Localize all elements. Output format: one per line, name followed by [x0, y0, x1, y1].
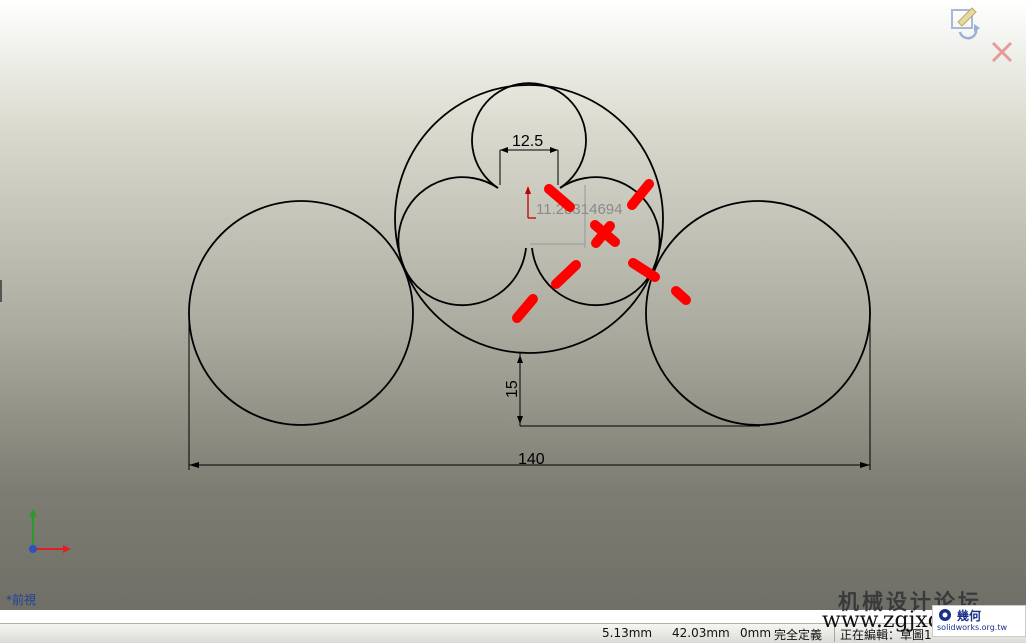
graphics-viewport[interactable]: 12.5 11.28314694 15 140 *前視 — [0, 0, 1026, 610]
left-circle[interactable] — [188, 200, 414, 426]
coordinate-triad-icon — [29, 509, 71, 553]
trefoil-left-arc[interactable] — [397, 176, 527, 307]
close-sketch-icon[interactable] — [990, 40, 1014, 64]
dimension-vertical-offset-label: 15 — [504, 380, 521, 398]
center-outer-circle[interactable] — [394, 84, 664, 354]
dimension-overall-width[interactable]: 140 — [188, 315, 871, 470]
status-constraint-state: 完全定義 — [774, 628, 823, 642]
logo-name: 幾何 — [957, 609, 982, 623]
dimension-ghost-label: 11.28314694 — [536, 201, 622, 218]
site-logo: 幾何 solidworks.org.tw — [932, 605, 1026, 637]
confirm-sketch-icon[interactable] — [950, 6, 984, 40]
dimension-vertical-offset[interactable]: 15 — [504, 353, 760, 427]
status-z-coord: 0mm — [740, 626, 772, 640]
status-x-coord: 5.13mm — [602, 626, 653, 640]
logo-emblem-icon — [939, 609, 951, 621]
dimension-overall-width-label: 140 — [518, 451, 545, 468]
status-y-coord: 42.03mm — [672, 626, 730, 640]
dimension-top-width-label: 12.5 — [512, 133, 543, 150]
right-circle[interactable] — [645, 200, 871, 426]
logo-domain: solidworks.org.tw — [937, 623, 1007, 632]
sketch-canvas[interactable]: 12.5 11.28314694 15 140 — [0, 0, 1026, 610]
dimension-top-width[interactable]: 12.5 — [499, 133, 559, 185]
view-orientation-label: *前視 — [6, 593, 37, 607]
viewport-edge-marker — [0, 280, 2, 302]
